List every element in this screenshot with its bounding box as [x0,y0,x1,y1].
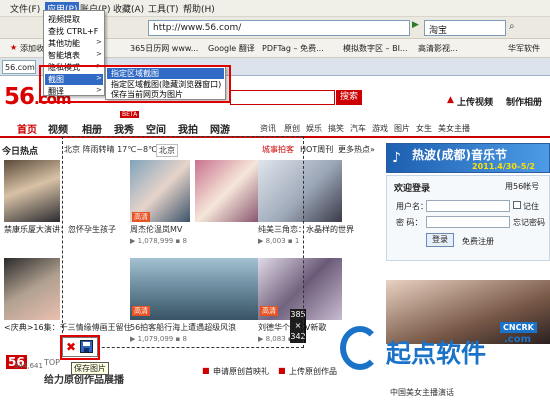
upload-video-link[interactable]: 上传视频 [457,95,493,108]
remember-label: 记住 [523,202,539,211]
upload-works-link[interactable]: 上传原创作品 [289,366,337,377]
fav-item[interactable]: 华军软件 [508,43,540,54]
watermark-logo-icon [340,326,380,370]
bottom-view-count: 344,641 [14,362,43,370]
nav-pai[interactable]: 我拍 [178,121,198,136]
menu-item-video-extract[interactable]: 视频提取 [48,14,80,25]
upload-video-icon[interactable]: ▲ [447,95,454,105]
nav-game[interactable]: 网游 [210,121,230,136]
login-note: 用56帐号 [505,182,540,191]
save-image-tooltip: 保存图片 [71,362,109,375]
subnav-item[interactable]: 图片 [394,123,410,134]
site-search-input[interactable] [230,90,335,105]
menu-favorites[interactable]: 收藏(A) [113,2,144,15]
submenu-arrow-icon: > [96,38,102,46]
hot-rank-tab[interactable]: HOT周刊 [300,144,333,155]
password-input[interactable] [426,216,510,228]
nav-video[interactable]: 视频 [48,121,68,136]
password-label: 密 码： [396,218,423,227]
subnav-item[interactable]: 资讯 [260,123,276,134]
login-title: 欢迎登录 [394,184,431,194]
menu-item-autofill[interactable]: 智能填表 [48,50,80,61]
apply-premiere-link[interactable]: 申请原创首映礼 [213,366,269,377]
go-icon[interactable]: ▶ [412,20,422,36]
apply-icon: ■ [202,366,210,375]
bottom-news-link[interactable]: 中国美女主播演话 [390,387,454,398]
video-thumbnail[interactable] [4,258,60,320]
fav-add-icon[interactable]: ★ [10,43,17,52]
fav-item[interactable]: PDFTag – 免费... [262,43,324,54]
nav-home[interactable]: 首页 [17,121,37,136]
fav-item[interactable]: 365日历网 www... [130,43,198,54]
nav-space[interactable]: 空间 [146,121,166,136]
watermark-url: .com [504,334,532,345]
promo-title[interactable]: 热波(成都)音乐节 [412,146,507,163]
subnav-item[interactable]: 游戏 [372,123,388,134]
subnav-item[interactable]: 汽车 [350,123,366,134]
search-icon[interactable]: ⌕ [509,21,515,32]
fav-item[interactable]: Google 翻译 [208,43,255,54]
site-search-button[interactable]: 搜索 [336,90,362,105]
watermark-badge: CNCRK [500,322,537,333]
subnav-item[interactable]: 美女主播 [438,123,470,134]
subnav-item[interactable]: 娱乐 [306,123,322,134]
promo-date: 2011.4/30–5/2 [472,162,535,171]
menu-item-other[interactable]: 其他功能 [48,38,80,49]
selection-rectangle[interactable] [62,136,304,348]
subnav-item[interactable]: 原创 [284,123,300,134]
watermark-name: 起点软件 [386,339,487,368]
submenu-arrow-icon: > [96,50,102,58]
login-button[interactable]: 登录 [426,233,454,247]
music-icon: ♪ [392,150,401,166]
highlight-frame [39,65,231,103]
fav-item[interactable]: 高清影视... [418,43,458,54]
username-label: 用户名： [396,202,428,211]
menu-help[interactable]: 帮助(H) [183,2,215,15]
beta-badge: BETA [120,111,140,118]
bottom-top-tag: TOP [44,358,61,367]
highlight-frame [60,335,100,360]
register-link[interactable]: 免费注册 [462,236,494,247]
sub-nav: 资讯 原创 娱乐 搞笑 汽车 游戏 图片 女生 美女主播 [258,118,550,136]
remember-checkbox[interactable] [513,201,521,209]
subnav-item[interactable]: 女生 [416,123,432,134]
tab-56com[interactable]: 56.com [2,60,36,74]
make-album-link[interactable]: 制作相册 [506,95,542,108]
search-engine-input[interactable]: 淘宝 [424,20,506,36]
upload-works-icon: ■ [278,366,286,375]
video-thumbnail[interactable] [4,160,60,222]
hot-today-title: 今日热点 [2,147,39,157]
menu-tools[interactable]: 工具(T) [148,2,179,15]
subnav-item[interactable]: 搞笑 [328,123,344,134]
forgot-password-link[interactable]: 忘记密码 [513,217,545,228]
menu-file[interactable]: 文件(F) [10,2,40,15]
menu-item-find[interactable]: 查找 CTRL+F [48,26,98,37]
watermark: 起点软件 CNCRK .com [336,322,550,386]
address-input[interactable]: http://www.56.com/ [148,20,410,36]
username-input[interactable] [426,200,510,212]
more-hot-link[interactable]: 更多热点» [338,144,375,155]
nav-show[interactable]: 我秀 [114,121,134,136]
fav-item[interactable]: 模拟数字区 – BI... [343,43,408,54]
nav-album[interactable]: 相册 [82,121,102,136]
